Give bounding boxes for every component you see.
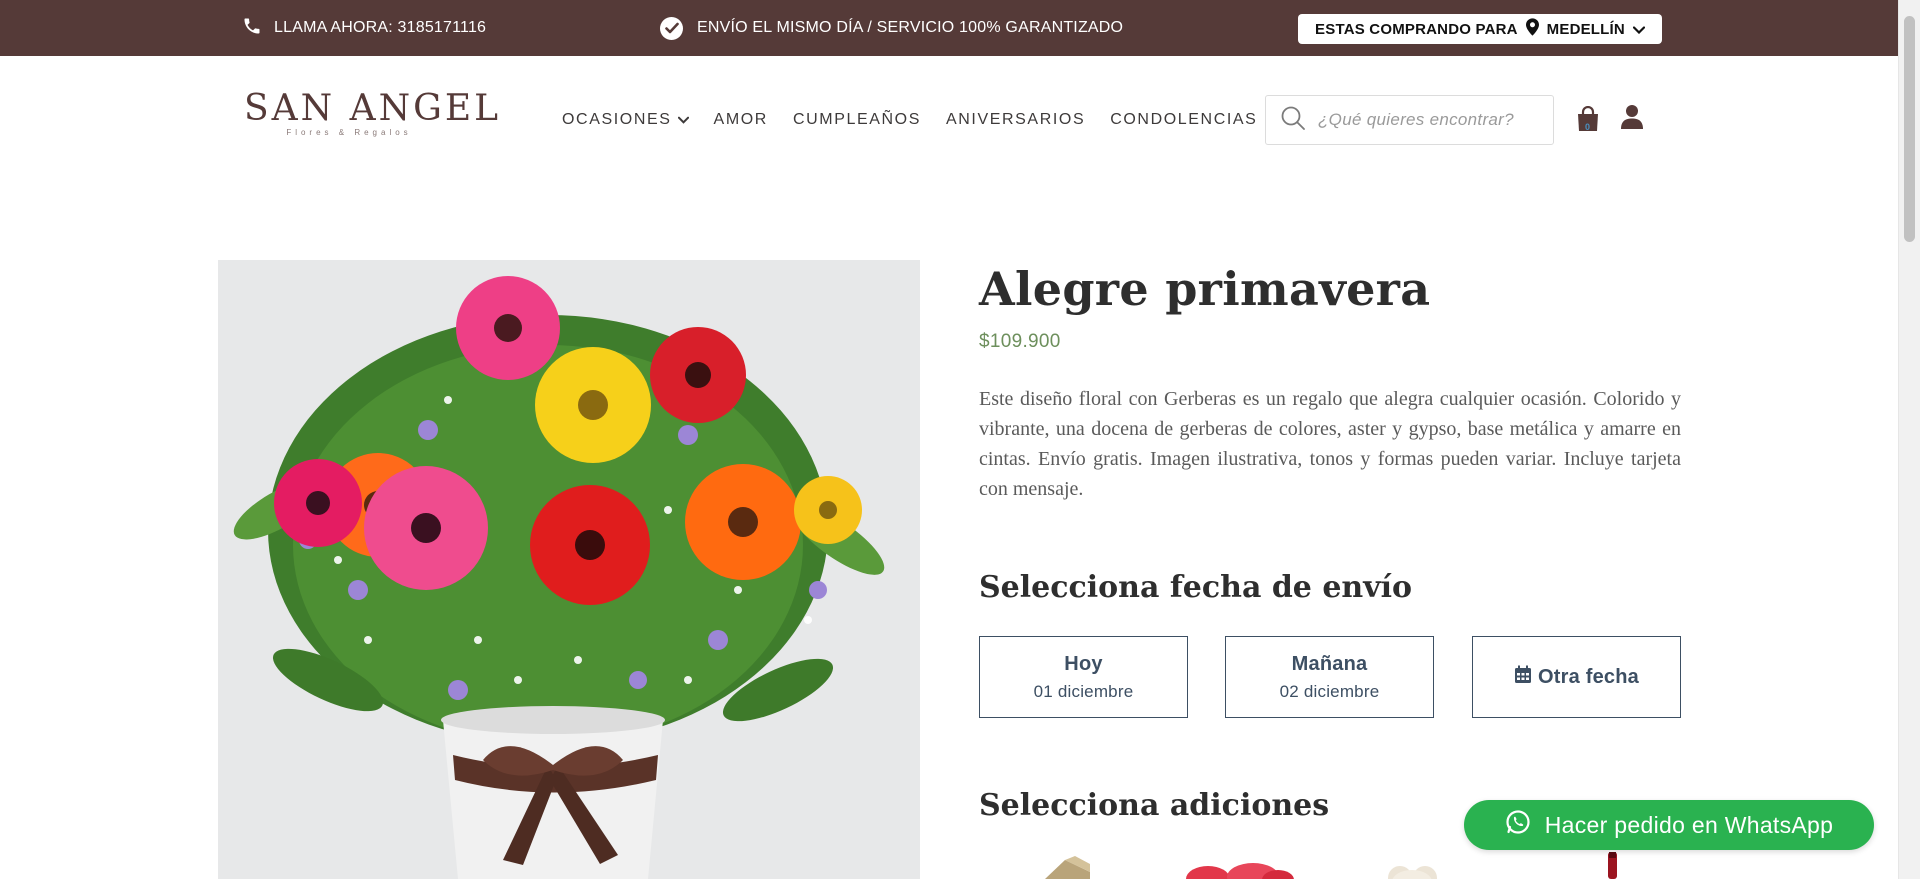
search-placeholder: ¿Qué quieres encontrar? <box>1318 110 1514 129</box>
check-circle-icon <box>660 16 683 40</box>
product-price: $109.900 <box>979 331 1061 352</box>
logo-text: SAN ANGEL <box>244 88 502 129</box>
product-description: Este diseño floral con Gerberas es un re… <box>979 388 1681 500</box>
other-date-label: Otra fecha <box>1538 665 1639 688</box>
nav-item-condolencias[interactable]: CONDOLENCIAS <box>1110 111 1257 129</box>
chevron-down-icon <box>1632 21 1646 38</box>
nav-item-ocasiones[interactable]: OCASIONES <box>562 111 689 129</box>
addon-thumbnail[interactable] <box>1598 852 1628 879</box>
search-icon <box>1280 105 1306 136</box>
top-bar: LLAMA AHORA: 3185171116 ENVÍO EL MISMO D… <box>0 0 1898 56</box>
nav-label: OCASIONES <box>562 111 672 128</box>
calendar-icon <box>1514 665 1532 689</box>
whatsapp-label: Hacer pedido en WhatsApp <box>1544 811 1834 838</box>
city-selector[interactable]: ESTAS COMPRANDO PARA MEDELLÍN <box>1298 14 1662 44</box>
map-pin-icon <box>1525 18 1539 40</box>
whatsapp-order-button[interactable]: Hacer pedido en WhatsApp <box>1464 800 1874 850</box>
call-label: LLAMA AHORA: 3185171116 <box>274 19 487 36</box>
buying-for-label: ESTAS COMPRANDO PARA <box>1315 20 1518 38</box>
nav-label: CONDOLENCIAS <box>1110 111 1258 128</box>
chevron-down-icon <box>677 111 689 129</box>
bouquet-illustration <box>218 260 920 879</box>
date-value-label: 01 diciembre <box>1033 681 1134 701</box>
account-button[interactable] <box>1621 104 1643 132</box>
date-day-label: Hoy <box>1064 652 1103 675</box>
nav-label: AMOR <box>713 111 768 128</box>
call-now[interactable]: LLAMA AHORA: 3185171116 <box>242 0 486 56</box>
search-input[interactable]: ¿Qué quieres encontrar? <box>1265 95 1554 145</box>
nav-item-cumpleanos[interactable]: CUMPLEAÑOS <box>793 111 921 129</box>
date-value-label: 02 diciembre <box>1279 681 1380 701</box>
date-option-other[interactable]: Otra fecha <box>1472 636 1681 718</box>
date-day-label: Mañana <box>1291 652 1368 675</box>
date-option-today[interactable]: Hoy 01 diciembre <box>979 636 1188 718</box>
whatsapp-icon <box>1505 809 1531 841</box>
product-title: Alegre primavera <box>979 262 1431 316</box>
shipping-label: ENVÍO EL MISMO DÍA / SERVICIO 100% GARAN… <box>697 19 1124 36</box>
user-icon <box>1621 105 1643 134</box>
scrollbar-thumb[interactable] <box>1904 16 1915 242</box>
addons-heading: Selecciona adiciones <box>979 788 1330 823</box>
nav-label: CUMPLEAÑOS <box>792 111 921 128</box>
nav-label: ANIVERSARIOS <box>945 111 1086 128</box>
phone-icon <box>242 16 262 41</box>
addon-thumbnail[interactable] <box>1178 852 1298 879</box>
logo[interactable]: SAN ANGEL Flores & Regalos <box>244 88 502 148</box>
main-nav: OCASIONES AMOR CUMPLEAÑOS ANIVERSARIOS C… <box>562 108 1282 132</box>
date-option-tomorrow[interactable]: Mañana 02 diciembre <box>1225 636 1434 718</box>
product-image[interactable] <box>218 260 920 879</box>
nav-item-amor[interactable]: AMOR <box>714 111 768 129</box>
delivery-date-heading: Selecciona fecha de envío <box>979 570 1413 605</box>
city-label: MEDELLÍN <box>1546 20 1625 38</box>
addon-thumbnail[interactable] <box>1035 852 1095 879</box>
cart-button[interactable]: 0 <box>1576 105 1600 132</box>
nav-item-aniversarios[interactable]: ANIVERSARIOS <box>946 111 1085 129</box>
page-scrollbar[interactable] <box>1898 0 1920 879</box>
cart-count: 0 <box>1585 122 1591 132</box>
addon-thumbnail[interactable] <box>1380 852 1450 879</box>
shipping-notice: ENVÍO EL MISMO DÍA / SERVICIO 100% GARAN… <box>660 0 1123 56</box>
